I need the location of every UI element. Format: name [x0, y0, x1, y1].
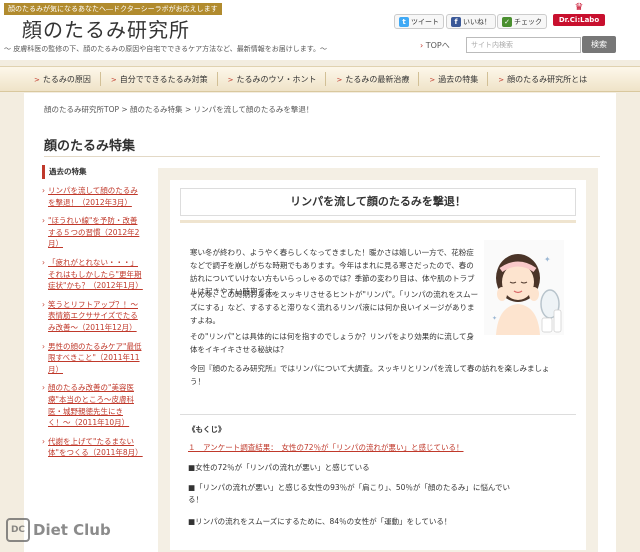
- question-paragraph: その"リンパ"とは具体的には何を指すのでしょうか？リンパをより効果的に流して身体…: [190, 332, 475, 354]
- check-label: チェック: [514, 17, 542, 26]
- chevron-right-icon: ›: [420, 41, 424, 50]
- sidebar-heading: 過去の特集: [42, 165, 142, 179]
- divider: [180, 414, 576, 415]
- main-content: 顔のたるみ研究所TOP > 顔のたるみ特集 > リンパを流して顔のたるみを撃退！…: [24, 93, 616, 552]
- sidebar-list: リンパを流して顔のたるみを撃退！（2012年3月） "ほうれい線"を予防・改善す…: [42, 185, 144, 466]
- search-input[interactable]: サイト内検索: [466, 37, 581, 53]
- woman-skincare-illustration: ✦ ✦: [484, 240, 564, 335]
- site-header: 顔のたるみが気になるあなたへ―ドクターシーラボがお応えします 顔のたるみ研究所 …: [0, 0, 640, 60]
- nav-item-causes[interactable]: たるみの原因: [24, 74, 100, 85]
- nav-item-past-features[interactable]: 過去の特集: [419, 74, 487, 85]
- nav-item-self-care[interactable]: 自分でできるたるみ対策: [101, 74, 217, 85]
- svg-text:✦: ✦: [492, 315, 497, 322]
- top-link-label: TOPへ: [425, 41, 450, 50]
- svg-text:✦: ✦: [544, 255, 551, 264]
- nav-item-treatments[interactable]: たるみの最新治療: [326, 74, 418, 85]
- sidebar-item-facial-exercise[interactable]: 笑うとリフトアップ？！〜表情筋エクササイズでたるみ改善〜（2011年12月）: [42, 299, 144, 334]
- watermark-logo-icon: DC: [6, 518, 30, 542]
- facebook-icon: f: [451, 16, 461, 27]
- sidebar-item-lymph[interactable]: リンパを流して顔のたるみを撃退！（2012年3月）: [42, 185, 144, 208]
- breadcrumb[interactable]: 顔のたるみ研究所TOP > 顔のたるみ特集 > リンパを流して顔のたるみを撃退！: [44, 104, 313, 115]
- sidebar-item-nasolabial[interactable]: "ほうれい線"を予防・改善する５つの習慣（2012年2月）: [42, 215, 144, 250]
- check-icon: ✓: [502, 16, 512, 27]
- sidebar-item-cosmetic-medicine[interactable]: 顔のたるみ改善の"美容医療"本当のところ〜皮膚科医・城野親徳先生にきく！〜（20…: [42, 382, 144, 428]
- divider: [44, 156, 600, 157]
- logo-text: Dr.Ci:Labo: [553, 14, 605, 26]
- crest-icon: ♛: [574, 2, 584, 13]
- site-description: 〜 皮膚科医の監修の下、顔のたるみの原因や自宅でできるケア方法など、最新情報をお…: [4, 45, 328, 53]
- nav-item-about[interactable]: 顔のたるみ研究所とは: [488, 74, 596, 85]
- sidebar-item-metabolism[interactable]: 代謝を上げて"たるまない体"をつくる（2011年8月）: [42, 436, 144, 459]
- tweet-button[interactable]: t ツイート: [394, 14, 444, 29]
- sidebar-item-menopause[interactable]: 「疲れがとれない・・・」それはもしかしたら"更年期症状"かも？（2012年1月）: [42, 257, 144, 292]
- tweet-label: ツイート: [411, 17, 439, 26]
- article-title: リンパを流して顔のたるみを撃退！: [180, 188, 576, 216]
- toc-link-survey[interactable]: １ アンケート調査結果： 女性の72％が「リンパの流れが悪い」と感じている！: [188, 442, 464, 453]
- toc-item: る！: [188, 495, 203, 504]
- woman-illustration-svg: ✦ ✦: [484, 240, 564, 335]
- toc-item: ■リンパの流れをスムーズにするために、84％の女性が「運動」をしている！: [188, 517, 452, 526]
- page-title: 顔のたるみ特集: [44, 139, 136, 154]
- watermark: DC Diet Club: [6, 518, 111, 542]
- twitter-bird-icon: t: [399, 16, 409, 27]
- brand-logo[interactable]: ♛ Dr.Ci:Labo: [553, 2, 605, 28]
- top-page-link[interactable]: › TOPへ: [420, 40, 450, 51]
- site-title[interactable]: 顔のたるみ研究所: [22, 14, 190, 43]
- sidebar-item-mens-care[interactable]: 男性の顔のたるみケア"最低限すべきこと"（2011年11月）: [42, 341, 144, 376]
- toc-item: ■女性の72％が「リンパの流れが悪い」と感じている: [188, 463, 370, 472]
- article-panel: リンパを流して顔のたるみを撃退！ 寒い冬が終わり、ようやく春らしくなってきました…: [158, 168, 598, 552]
- nav-item-myths[interactable]: たるみのウソ・ホント: [218, 74, 326, 85]
- divider: [180, 220, 576, 223]
- lymph-paragraph: そんな、この時期お身体をスッキリさせるヒントが"リンパ"。「リンパの流れをスムー…: [190, 290, 479, 325]
- like-label: いいね！: [463, 17, 491, 26]
- search-button[interactable]: 検索: [582, 36, 616, 53]
- article-body: リンパを流して顔のたるみを撃退！ 寒い冬が終わり、ようやく春らしくなってきました…: [170, 180, 586, 550]
- summary-paragraph: 今回『顔のたるみ研究所』ではリンパについて大調査。スッキリとリンパを流して春の訪…: [190, 364, 550, 386]
- global-nav: たるみの原因 自分でできるたるみ対策 たるみのウソ・ホント たるみの最新治療 過…: [0, 66, 640, 92]
- toc-heading: 《もくじ》: [188, 425, 226, 434]
- watermark-text: Diet Club: [33, 521, 111, 539]
- toc-item: ■「リンパの流れが悪い」と感じる女性の93％が「肩こり」、50％が「顔のたるみ」…: [188, 483, 511, 492]
- facebook-like-button[interactable]: f いいね！: [446, 14, 496, 29]
- mixi-check-button[interactable]: ✓ チェック: [497, 14, 547, 29]
